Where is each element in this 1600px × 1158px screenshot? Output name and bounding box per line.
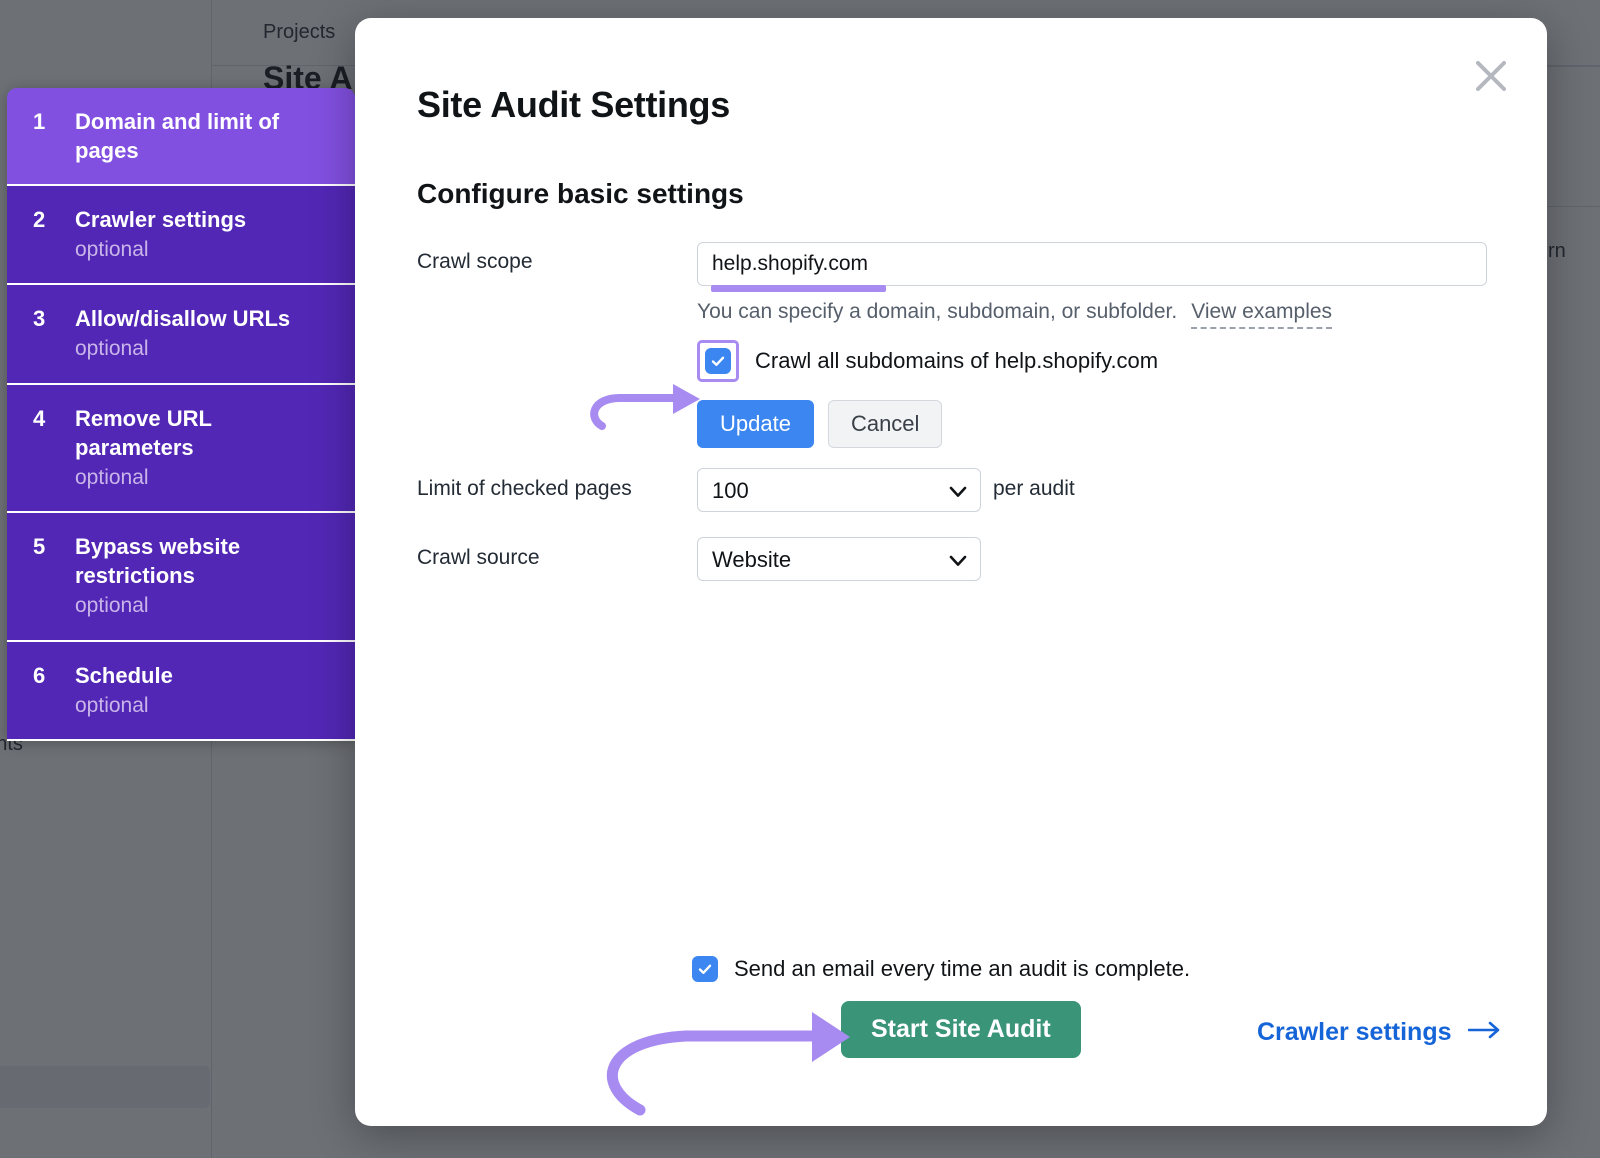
limit-pages-select[interactable]: 1005001,0005,00010,00020,000 [697, 468, 981, 512]
step-optional-tag: optional [75, 592, 335, 620]
step-label: Remove URL parameters [75, 404, 335, 462]
step-item-2[interactable]: 2 Crawler settings optional [7, 186, 355, 285]
step-number: 3 [33, 304, 75, 363]
step-label: Bypass website restrictions [75, 532, 335, 590]
step-item-4[interactable]: 4 Remove URL parameters optional [7, 385, 355, 513]
step-number: 1 [33, 107, 75, 165]
crawler-settings-link[interactable]: Crawler settings [1257, 1018, 1502, 1047]
step-optional-tag: optional [75, 335, 335, 363]
section-heading: Configure basic settings [417, 178, 744, 210]
step-number: 4 [33, 404, 75, 492]
step-label: Allow/disallow URLs [75, 304, 335, 333]
cancel-button[interactable]: Cancel [828, 400, 942, 448]
crawl-scope-hint: You can specify a domain, subdomain, or … [697, 300, 1177, 324]
limit-pages-select-wrap: 1005001,0005,00010,00020,000 [697, 468, 981, 512]
arrow-right-icon [1468, 1018, 1502, 1047]
step-number: 5 [33, 532, 75, 620]
checkbox-annotation-box [697, 340, 739, 382]
crawl-subdomains-row: Crawl all subdomains of help.shopify.com [697, 340, 1158, 382]
view-examples-link[interactable]: View examples [1191, 300, 1332, 329]
per-audit-suffix: per audit [993, 477, 1075, 501]
send-email-checkbox[interactable] [692, 956, 718, 982]
crawl-scope-input[interactable] [697, 242, 1487, 286]
crawl-source-label: Crawl source [417, 546, 540, 570]
site-audit-settings-modal: Site Audit Settings Configure basic sett… [355, 18, 1547, 1126]
send-email-row: Send an email every time an audit is com… [692, 956, 1190, 982]
crawl-subdomains-label: Crawl all subdomains of help.shopify.com [755, 348, 1158, 374]
crawl-scope-label: Crawl scope [417, 250, 533, 274]
step-item-6[interactable]: 6 Schedule optional [7, 642, 355, 741]
crawl-scope-field-wrap [697, 242, 1487, 286]
update-button[interactable]: Update [697, 400, 814, 448]
step-number: 2 [33, 205, 75, 264]
step-label: Domain and limit of pages [75, 107, 335, 165]
crawl-subdomains-checkbox[interactable] [705, 348, 731, 374]
step-optional-tag: optional [75, 692, 335, 720]
scope-actions: Update Cancel [697, 400, 942, 448]
crawl-scope-highlight-underline [711, 285, 886, 292]
step-optional-tag: optional [75, 236, 335, 264]
step-optional-tag: optional [75, 464, 335, 492]
settings-steps-panel: 1 Domain and limit of pages 2 Crawler se… [7, 88, 355, 741]
modal-title: Site Audit Settings [417, 84, 730, 126]
crawler-settings-label: Crawler settings [1257, 1018, 1452, 1047]
start-site-audit-button[interactable]: Start Site Audit [841, 1001, 1081, 1058]
step-label: Schedule [75, 661, 335, 690]
step-item-1[interactable]: 1 Domain and limit of pages [7, 88, 355, 186]
screen-root: Projects Site A Insights tics ool SEO me… [0, 0, 1600, 1158]
step-label: Crawler settings [75, 205, 335, 234]
step-item-3[interactable]: 3 Allow/disallow URLs optional [7, 285, 355, 384]
step-number: 6 [33, 661, 75, 720]
crawl-source-select-wrap: WebsiteSitemaps on siteEnter sitemap URL… [697, 537, 981, 581]
limit-pages-label: Limit of checked pages [417, 477, 632, 501]
crawl-source-select[interactable]: WebsiteSitemaps on siteEnter sitemap URL… [697, 537, 981, 581]
close-icon[interactable] [1467, 52, 1515, 100]
step-item-5[interactable]: 5 Bypass website restrictions optional [7, 513, 355, 641]
send-email-label: Send an email every time an audit is com… [734, 956, 1190, 982]
crawl-scope-hint-row: You can specify a domain, subdomain, or … [697, 300, 1332, 329]
